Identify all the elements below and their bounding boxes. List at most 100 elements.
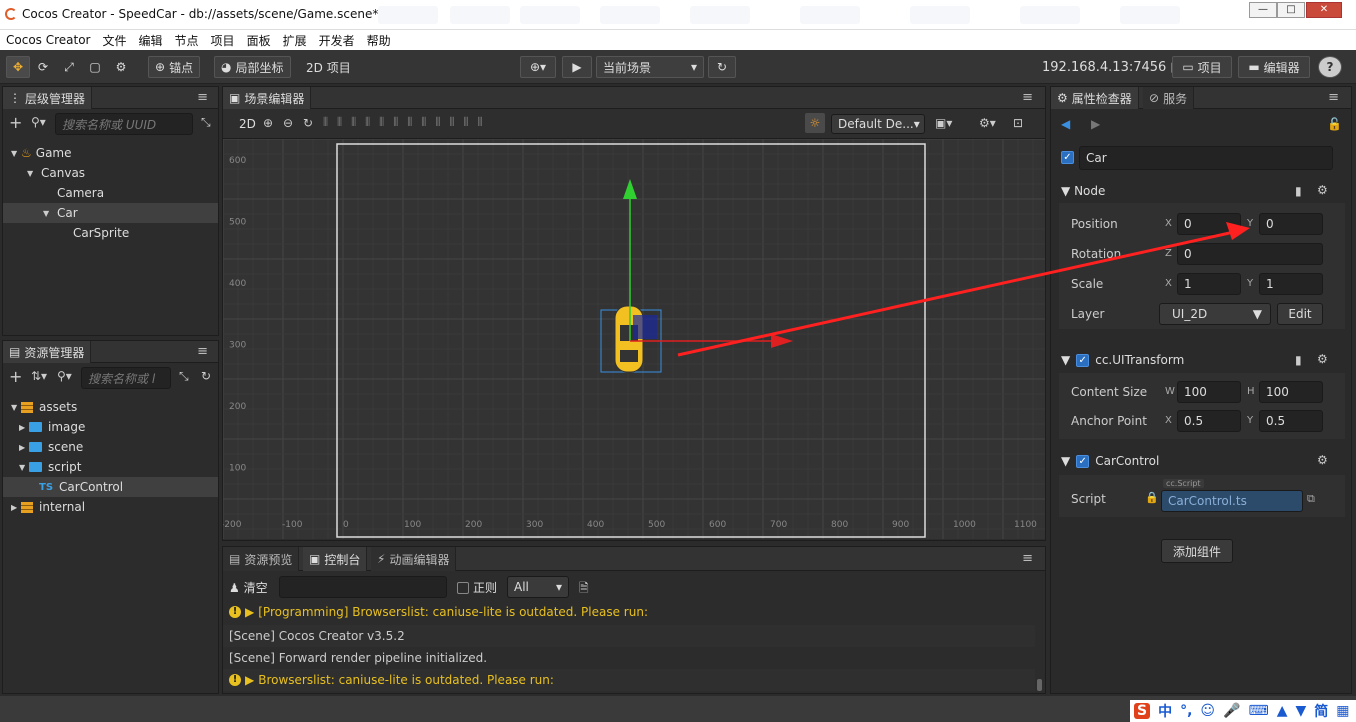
assets-search-input[interactable]: 搜索名称或 l xyxy=(81,367,171,389)
zoom-in-icon[interactable]: ⊕ xyxy=(263,116,273,130)
forward-icon[interactable]: ▶ xyxy=(1091,117,1100,131)
lighting-toggle-icon[interactable]: ☼ xyxy=(805,113,825,133)
expand-icon[interactable]: ▼ xyxy=(11,403,21,412)
back-icon[interactable]: ◀ xyxy=(1061,117,1070,131)
tree-node-game[interactable]: ▼ ♨ Game xyxy=(3,143,218,163)
skin-icon[interactable]: ▲ xyxy=(1277,703,1288,719)
height-input[interactable]: 100 xyxy=(1259,381,1323,403)
inspector-menu-icon[interactable]: ≡ xyxy=(1328,90,1339,105)
log-entry[interactable]: [Scene] Forward render pipeline initiali… xyxy=(223,647,1035,669)
zoom-out-icon[interactable]: ⊖ xyxy=(283,116,293,130)
anchor-x-input[interactable]: 0.5 xyxy=(1177,410,1241,432)
local-coord-button[interactable]: ◕ 局部坐标 xyxy=(214,56,291,78)
position-y-input[interactable]: 0 xyxy=(1259,213,1323,235)
log-entry[interactable]: ! ▶ Browserslist: caniuse-lite is outdated… xyxy=(223,669,1035,691)
script-field[interactable]: CarControl.ts xyxy=(1161,490,1303,512)
hierarchy-search-input[interactable]: 搜索名称或 UUID xyxy=(55,113,193,135)
menu-item-node[interactable]: 节点 xyxy=(175,32,199,49)
collapse-icon[interactable]: ▼ xyxy=(1061,353,1070,367)
shirt-icon[interactable]: ▼ xyxy=(1295,703,1306,719)
menu-item-file[interactable]: 文件 xyxy=(103,32,127,49)
expand-icon[interactable]: ▼ xyxy=(11,149,21,158)
asset-db-internal[interactable]: ▶ internal xyxy=(3,497,218,517)
carcontrol-enabled-checkbox[interactable]: ✓ xyxy=(1076,454,1090,468)
collapse-all-icon[interactable]: ⤡ xyxy=(201,115,211,130)
collapse-icon[interactable]: ▼ xyxy=(1061,184,1070,198)
asset-script-carcontrol[interactable]: TS CarControl xyxy=(3,477,218,497)
ime-punctuation-toggle[interactable]: °, xyxy=(1180,703,1192,719)
ime-language-toggle[interactable]: 中 xyxy=(1158,701,1172,721)
rotate-tool-button[interactable]: ⟳ xyxy=(32,56,54,78)
console-filter-input[interactable] xyxy=(279,576,447,598)
layer-select[interactable]: UI_2D ▼ xyxy=(1159,303,1271,325)
tab-inspector[interactable]: ⚙ 属性检查器 xyxy=(1051,87,1139,109)
gear-icon[interactable]: ⚙▾ xyxy=(979,116,996,130)
tree-node-car[interactable]: ▼ Car xyxy=(3,203,218,223)
asset-folder-scene[interactable]: ▶ scene xyxy=(3,437,218,457)
layout-select[interactable]: Default De... ▾ xyxy=(831,114,925,134)
collapse-icon[interactable]: ▼ xyxy=(1061,454,1070,468)
scale-tool-button[interactable]: ⤢ xyxy=(58,56,80,78)
uitransform-header[interactable]: ▼ ✓ cc.UITransform xyxy=(1061,353,1184,367)
scale-y-input[interactable]: 1 xyxy=(1259,273,1323,295)
open-log-file-icon[interactable]: 🗎 xyxy=(579,579,589,600)
search-icon[interactable]: ⚲▾ xyxy=(31,115,46,129)
tree-node-canvas[interactable]: ▼ Canvas xyxy=(3,163,218,183)
scene-select[interactable]: 当前场景 ▾ xyxy=(596,56,704,78)
scale-x-input[interactable]: 1 xyxy=(1177,273,1241,295)
asset-folder-image[interactable]: ▶ image xyxy=(3,417,218,437)
mode-2d-toggle[interactable]: 2D xyxy=(239,117,256,131)
log-entry[interactable]: ! ▶ [Programming] Browserslist: caniuse-li… xyxy=(223,601,1035,623)
camera-icon[interactable]: ▣▾ xyxy=(935,116,952,130)
add-component-button[interactable]: 添加组件 xyxy=(1161,539,1233,563)
tab-hierarchy[interactable]: ⋮ 层级管理器 xyxy=(3,87,93,109)
menu-item-help[interactable]: 帮助 xyxy=(367,32,391,49)
gear-icon[interactable]: ⚙ xyxy=(1317,183,1328,197)
tree-node-camera[interactable]: Camera xyxy=(3,183,218,203)
menu-item-project[interactable]: 项目 xyxy=(211,32,235,49)
locate-script-icon[interactable]: ⧉ xyxy=(1307,492,1315,506)
transform-tool-button[interactable]: ⚙ xyxy=(110,56,132,78)
expand-icon[interactable]: ▶ xyxy=(245,673,254,687)
assets-menu-icon[interactable]: ≡ xyxy=(197,344,208,359)
scene-menu-icon[interactable]: ≡ xyxy=(1022,90,1033,105)
refresh-icon[interactable]: ↻ xyxy=(201,369,211,383)
node-active-checkbox[interactable]: ✓ xyxy=(1061,151,1074,164)
menu-item-panel[interactable]: 面板 xyxy=(247,32,271,49)
expand-icon[interactable]: ▶ xyxy=(245,605,254,619)
width-input[interactable]: 100 xyxy=(1177,381,1241,403)
ime-simplified-toggle[interactable]: 简 xyxy=(1314,701,1328,721)
asset-folder-script[interactable]: ▼ script xyxy=(3,457,218,477)
expand-icon[interactable]: ▶ xyxy=(11,503,21,512)
sort-icon[interactable]: ⇅▾ xyxy=(31,369,47,383)
expand-icon[interactable]: ▼ xyxy=(43,209,53,218)
position-x-input[interactable]: 0 xyxy=(1177,213,1241,235)
align-tools[interactable]: ⫴⫴⫴⫴⫴⫴⫴⫴⫴⫴⫴⫴ xyxy=(323,115,491,130)
checkbox-box[interactable] xyxy=(457,581,469,594)
gear-icon[interactable]: ⚙ xyxy=(1317,352,1328,366)
maximize-button[interactable]: □ xyxy=(1277,2,1305,18)
hierarchy-menu-icon[interactable]: ≡ xyxy=(197,90,208,105)
reset-view-icon[interactable]: ↻ xyxy=(303,116,313,130)
emoji-icon[interactable]: ☺ xyxy=(1200,703,1215,719)
tab-animation-editor[interactable]: ⚡ 动画编辑器 xyxy=(371,547,457,571)
log-level-select[interactable]: All ▾ xyxy=(507,576,569,598)
menu-item-cocos[interactable]: Cocos Creator xyxy=(6,33,91,47)
refresh-button[interactable]: ↻ xyxy=(708,56,736,78)
console-menu-icon[interactable]: ≡ xyxy=(1022,551,1033,566)
regex-checkbox[interactable]: 正则 xyxy=(457,579,497,596)
book-icon[interactable]: ▮ xyxy=(1295,353,1302,367)
microphone-icon[interactable]: 🎤 xyxy=(1223,703,1240,719)
expand-icon[interactable]: ▼ xyxy=(19,463,29,472)
grid-icon[interactable]: ▦ xyxy=(1336,703,1349,719)
gear-icon[interactable]: ⚙ xyxy=(1317,453,1328,467)
add-asset-button[interactable]: + xyxy=(9,367,22,386)
clear-button[interactable]: ♟ 清空 xyxy=(229,579,268,596)
editor-button[interactable]: ▬ 编辑器 xyxy=(1238,56,1310,78)
rotation-z-input[interactable]: 0 xyxy=(1177,243,1323,265)
pivot-toggle-button[interactable]: ⊕ 锚点 xyxy=(148,56,201,78)
log-entry[interactable]: [Scene] Cocos Creator v3.5.2 xyxy=(223,625,1035,647)
close-button[interactable]: ✕ xyxy=(1306,2,1342,18)
node-section-header[interactable]: ▼ Node xyxy=(1061,184,1105,198)
carcontrol-header[interactable]: ▼ ✓ CarControl xyxy=(1061,454,1159,468)
